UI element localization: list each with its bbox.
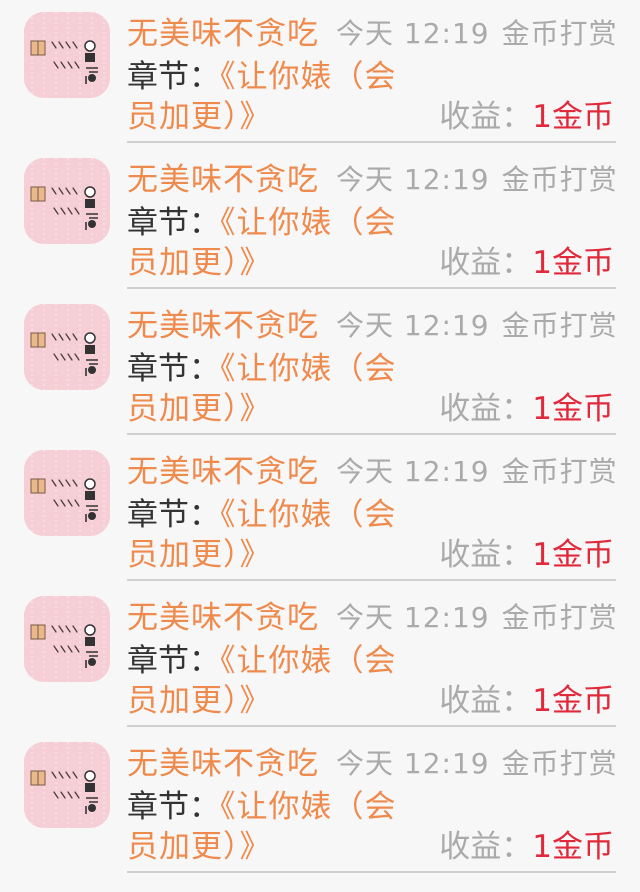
income-value: 1金币	[532, 829, 614, 865]
divider	[127, 579, 616, 581]
avatar-icon[interactable]	[24, 158, 110, 244]
nickname[interactable]: 无美味不贪吃	[127, 304, 319, 348]
chapter-title-continued[interactable]: 员加更）》	[127, 826, 272, 868]
income-label: 收益：	[439, 537, 533, 573]
chapter-title-continued[interactable]: 员加更）》	[127, 242, 272, 284]
income-label: 收益：	[439, 829, 533, 865]
record-meta: 今天 12:19 金币打赏	[336, 742, 618, 786]
chapter-line: 章节：《让你婊（会	[127, 202, 397, 244]
chapter-title-continued[interactable]: 员加更）》	[127, 96, 272, 138]
chapter-title-continued[interactable]: 员加更）》	[127, 534, 272, 576]
income: 收益：1金币	[439, 242, 614, 284]
record-meta: 今天 12:19 金币打赏	[336, 12, 618, 56]
reward-record-item[interactable]: 无美味不贪吃 今天 12:19 金币打赏 章节：《让你婊（会 员加更）》 收益：1…	[0, 438, 640, 584]
chapter-label: 章节：	[127, 351, 220, 387]
divider	[127, 141, 616, 143]
chapter-line: 章节：《让你婊（会	[127, 786, 397, 828]
chapter-title-continued[interactable]: 员加更）》	[127, 388, 272, 430]
reward-record-list: 无美味不贪吃 今天 12:19 金币打赏 章节：《让你婊（会 员加更）》 收益：1…	[0, 0, 640, 892]
income-value: 1金币	[532, 99, 614, 135]
chapter-title[interactable]: 《让你婊（会	[220, 351, 397, 387]
record-time: 今天 12:19	[336, 17, 490, 50]
record-meta: 今天 12:19 金币打赏	[336, 596, 618, 640]
avatar-icon[interactable]	[24, 304, 110, 390]
income-label: 收益：	[439, 391, 533, 427]
record-action: 金币打赏	[501, 601, 618, 634]
chapter-label: 章节：	[127, 497, 220, 533]
divider	[127, 287, 616, 289]
reward-record-item[interactable]: 无美味不贪吃 今天 12:19 金币打赏 章节：《让你婊（会 员加更）》 收益：1…	[0, 730, 640, 876]
record-meta: 今天 12:19 金币打赏	[336, 304, 618, 348]
divider	[127, 725, 616, 727]
income: 收益：1金币	[439, 388, 614, 430]
income-value: 1金币	[532, 245, 614, 281]
divider	[127, 433, 616, 435]
nickname[interactable]: 无美味不贪吃	[127, 450, 319, 494]
record-time: 今天 12:19	[336, 455, 490, 488]
nickname[interactable]: 无美味不贪吃	[127, 742, 319, 786]
chapter-title[interactable]: 《让你婊（会	[220, 59, 397, 95]
chapter-line: 章节：《让你婊（会	[127, 56, 397, 98]
record-time: 今天 12:19	[336, 747, 490, 780]
chapter-title-continued[interactable]: 员加更）》	[127, 680, 272, 722]
chapter-label: 章节：	[127, 643, 220, 679]
record-meta: 今天 12:19 金币打赏	[336, 450, 618, 494]
record-action: 金币打赏	[501, 163, 618, 196]
nickname[interactable]: 无美味不贪吃	[127, 158, 319, 202]
reward-record-item[interactable]: 无美味不贪吃 今天 12:19 金币打赏 章节：《让你婊（会 员加更）》 收益：1…	[0, 146, 640, 292]
income: 收益：1金币	[439, 534, 614, 576]
chapter-line: 章节：《让你婊（会	[127, 640, 397, 682]
chapter-title[interactable]: 《让你婊（会	[220, 205, 397, 241]
chapter-label: 章节：	[127, 59, 220, 95]
reward-record-item[interactable]: 无美味不贪吃 今天 12:19 金币打赏 章节：《让你婊（会 员加更）》 收益：1…	[0, 292, 640, 438]
chapter-line: 章节：《让你婊（会	[127, 348, 397, 390]
nickname[interactable]: 无美味不贪吃	[127, 596, 319, 640]
income-value: 1金币	[532, 537, 614, 573]
record-meta: 今天 12:19 金币打赏	[336, 158, 618, 202]
avatar-icon[interactable]	[24, 596, 110, 682]
income-label: 收益：	[439, 683, 533, 719]
record-time: 今天 12:19	[336, 163, 490, 196]
avatar-icon[interactable]	[24, 12, 110, 98]
chapter-title[interactable]: 《让你婊（会	[220, 789, 397, 825]
income: 收益：1金币	[439, 680, 614, 722]
nickname[interactable]: 无美味不贪吃	[127, 12, 319, 56]
record-action: 金币打赏	[501, 309, 618, 342]
income: 收益：1金币	[439, 826, 614, 868]
chapter-title[interactable]: 《让你婊（会	[220, 497, 397, 533]
record-action: 金币打赏	[501, 17, 618, 50]
chapter-line: 章节：《让你婊（会	[127, 494, 397, 536]
avatar-icon[interactable]	[24, 742, 110, 828]
chapter-title[interactable]: 《让你婊（会	[220, 643, 397, 679]
income-label: 收益：	[439, 99, 533, 135]
income: 收益：1金币	[439, 96, 614, 138]
chapter-label: 章节：	[127, 789, 220, 825]
record-time: 今天 12:19	[336, 601, 490, 634]
chapter-label: 章节：	[127, 205, 220, 241]
record-action: 金币打赏	[501, 455, 618, 488]
record-action: 金币打赏	[501, 747, 618, 780]
divider	[127, 871, 616, 873]
avatar-icon[interactable]	[24, 450, 110, 536]
income-label: 收益：	[439, 245, 533, 281]
income-value: 1金币	[532, 683, 614, 719]
record-time: 今天 12:19	[336, 309, 490, 342]
reward-record-item[interactable]: 无美味不贪吃 今天 12:19 金币打赏 章节：《让你婊（会 员加更）》 收益：1…	[0, 584, 640, 730]
reward-record-item[interactable]: 无美味不贪吃 今天 12:19 金币打赏 章节：《让你婊（会 员加更）》 收益：1…	[0, 0, 640, 146]
income-value: 1金币	[532, 391, 614, 427]
